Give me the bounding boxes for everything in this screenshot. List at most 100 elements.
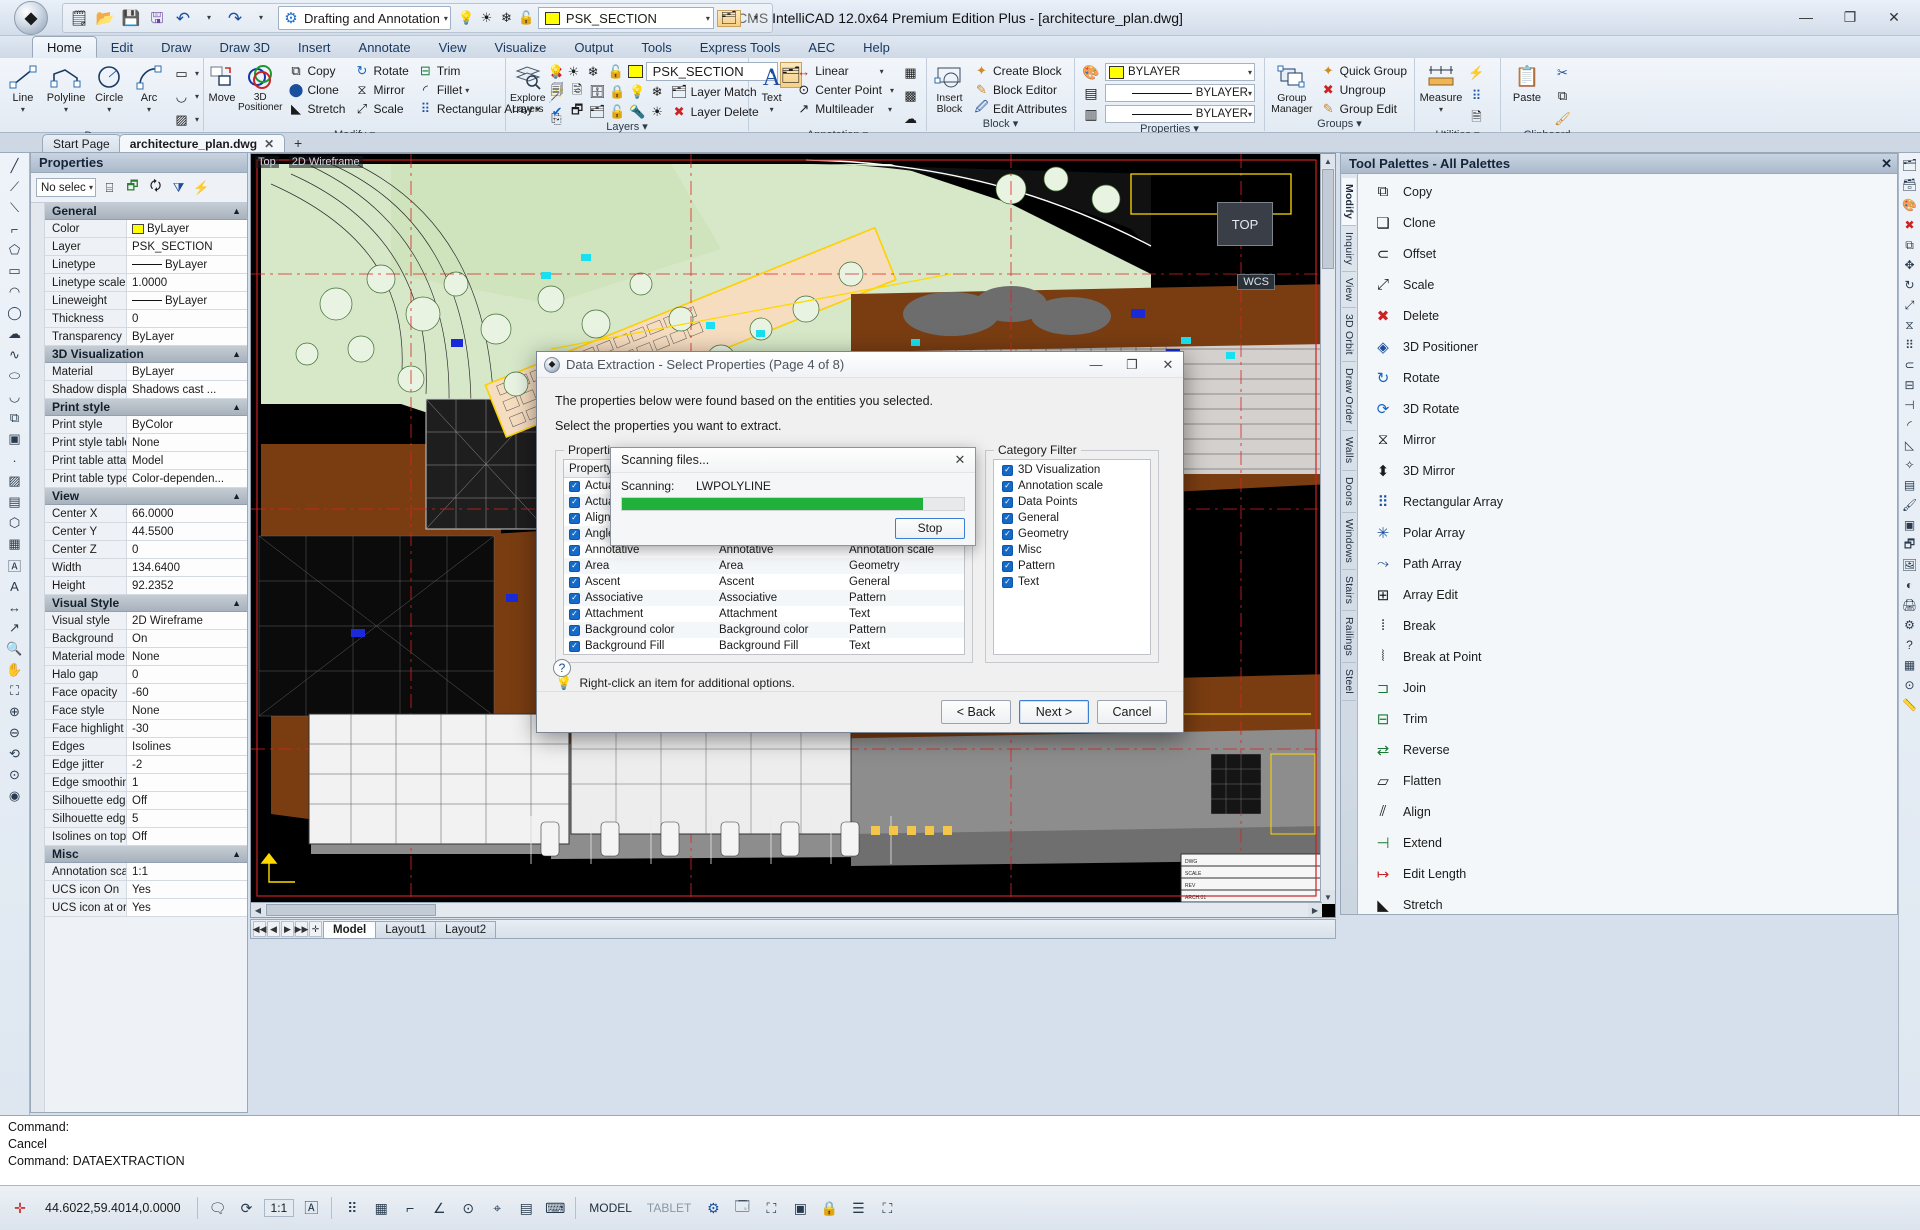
workspace-combo[interactable]: ⚙ Drafting and Annotation ▾ [278, 6, 451, 30]
property-row[interactable]: Silhouette edge...5 [45, 810, 247, 828]
tab-draw[interactable]: Draw [147, 36, 205, 58]
property-value[interactable]: 44.5500 [127, 523, 247, 540]
copy-tool-icon[interactable]: ⧉ [1901, 236, 1919, 254]
category-checkbox[interactable]: ✓ [1002, 576, 1013, 588]
palette-item-mirror[interactable]: ⧖ Mirror [1358, 424, 1897, 455]
line-tool-icon[interactable]: ╱ [3, 156, 27, 176]
maximize-button[interactable]: ❐ [1828, 2, 1872, 32]
category-checkbox[interactable]: ✓ [1002, 544, 1013, 556]
orbit-tool-icon[interactable]: ◉ [3, 786, 27, 806]
palette-item-break-at-point[interactable]: ⦚ Break at Point [1358, 641, 1897, 672]
trim-tool-icon[interactable]: ⊟ [1901, 376, 1919, 394]
palette-item-3d-rotate[interactable]: ⟳ 3D Rotate [1358, 393, 1897, 424]
property-value[interactable]: 92.2352 [127, 577, 247, 594]
category-item[interactable]: ✓ General [997, 510, 1150, 526]
snap-tool-icon[interactable]: ⊙ [1901, 676, 1919, 694]
save-as-icon[interactable]: 🖫 [145, 6, 169, 30]
palette-tab-doors[interactable]: Doors [1342, 471, 1356, 513]
chevron-up-icon[interactable]: ▲ [232, 349, 241, 359]
property-value[interactable]: 1 [127, 774, 247, 791]
insert-block-tool-icon[interactable]: ⧉ [3, 408, 27, 428]
property-value[interactable]: ByLayer [127, 328, 247, 345]
match-properties-icon[interactable]: 🖌 [1551, 108, 1574, 129]
modify-mirror-button[interactable]: ⧖ Mirror [350, 81, 411, 99]
lineweight-status-icon[interactable]: ▤ [514, 1196, 538, 1220]
zoom-window-tool-icon[interactable]: 🔍 [3, 639, 27, 659]
dialog-maximize-button[interactable]: ❐ [1117, 352, 1147, 378]
next-button[interactable]: Next > [1019, 700, 1089, 724]
category-checkbox[interactable]: ✓ [1002, 464, 1013, 476]
settings-icon[interactable]: ⚙ [701, 1196, 725, 1220]
property-value[interactable]: 134.6400 [127, 559, 247, 576]
arc-dropdown-icon[interactable]: ▾ [147, 104, 151, 115]
layer-delete-button[interactable]: ✖ Layer Delete [668, 103, 762, 121]
new-sheetset-icon[interactable]: 🗒 [67, 6, 91, 30]
category-item[interactable]: ✓ Data Points [997, 494, 1150, 510]
property-value[interactable]: PSK_SECTION [127, 238, 247, 255]
category-item[interactable]: ✓ Annotation scale [997, 478, 1150, 494]
tab-home[interactable]: Home [32, 36, 97, 58]
delete-tool-icon[interactable]: ✖ [1901, 216, 1919, 234]
quick-properties-icon[interactable]: ⚡ [192, 178, 211, 198]
ortho-icon[interactable]: ⌐ [398, 1196, 422, 1220]
move-tool-icon[interactable]: ✥ [1901, 256, 1919, 274]
revcloud-tool-icon[interactable]: ☁ [3, 324, 27, 344]
property-value[interactable]: ByLayer [127, 220, 247, 237]
property-value[interactable]: ByLayer [127, 292, 247, 309]
table-row[interactable]: ✓ Background color Background color Pattern [564, 622, 964, 638]
linetype-dropdown-icon[interactable]: ▾ [1248, 89, 1252, 98]
layer-freeze-toggle-icon[interactable]: ❄ [648, 84, 667, 101]
tablet-label[interactable]: TABLET [642, 1201, 696, 1215]
property-value[interactable]: Yes [127, 881, 247, 898]
palette-item-extend[interactable]: ⊣ Extend [1358, 827, 1897, 858]
annotation-text-button[interactable]: A Text ▾ [753, 60, 790, 115]
color-combo[interactable]: BYLAYER ▾ [1105, 63, 1255, 81]
measure-button[interactable]: Measure ▾ [1419, 60, 1463, 115]
mtext-tool-icon[interactable]: 🄰 [3, 555, 27, 575]
property-value[interactable]: Off [127, 792, 247, 809]
category-checkbox[interactable]: ✓ [1002, 512, 1013, 524]
polyline-dropdown-icon[interactable]: ▾ [64, 104, 68, 115]
property-value[interactable]: ByLayer [127, 363, 247, 380]
check-drawing-icon[interactable]: 🗎 [1465, 108, 1488, 129]
help-tool-icon[interactable]: ? [1901, 636, 1919, 654]
row-checkbox[interactable]: ✓ [569, 624, 580, 636]
linear-dropdown-icon[interactable]: ▾ [880, 67, 884, 76]
tab-express-tools[interactable]: Express Tools [686, 36, 795, 58]
color-tool-icon[interactable]: 🎨 [1901, 196, 1919, 214]
layer-lock-icon[interactable]: 🔓 [608, 64, 625, 80]
revision-cloud-icon[interactable]: ☁ [899, 108, 922, 129]
help-button[interactable]: ? [553, 659, 571, 677]
layer-lock-toggle-icon[interactable]: 🔒 [608, 84, 627, 101]
palette-item-scale[interactable]: ⤢ Scale [1358, 269, 1897, 300]
region-tool-icon[interactable]: ⬡ [3, 513, 27, 533]
layer-match-button[interactable]: 🗂 Layer Match [668, 83, 760, 101]
property-value[interactable]: -60 [127, 684, 247, 701]
cut-icon[interactable]: ✂ [1551, 62, 1574, 83]
property-value[interactable]: 1.0000 [127, 274, 247, 291]
modify-scale-button[interactable]: ⤢ Scale [350, 100, 411, 118]
chevron-up-icon[interactable]: ▲ [232, 491, 241, 501]
property-row[interactable]: Transparency ByLayer [45, 328, 247, 346]
modify-3d-positioner-button[interactable]: 3D Positioner [238, 60, 282, 113]
property-row[interactable]: Face opacity -60 [45, 684, 247, 702]
new-layout-icon[interactable]: ✛ [309, 921, 322, 937]
palette-item-edit-length[interactable]: ↦ Edit Length [1358, 858, 1897, 889]
draw-circle-button[interactable]: Circle ▾ [90, 60, 128, 115]
point-tool-icon[interactable]: · [3, 450, 27, 470]
esnap-icon[interactable]: ⊙ [456, 1196, 480, 1220]
prev-layout-icon[interactable]: ◀ [267, 921, 280, 937]
print-tool-icon[interactable]: 🖨 [1901, 596, 1919, 614]
back-button[interactable]: < Back [941, 700, 1011, 724]
layer-thaw-icon[interactable]: ☀ [648, 104, 667, 121]
chamfer-tool-icon[interactable]: ◺ [1901, 436, 1919, 454]
measure-tool-icon[interactable]: 📏 [1901, 696, 1919, 714]
ellipse-tool-icon[interactable]: ⬭ [3, 366, 27, 386]
dim-center-point-button[interactable]: ⊙ Center Point ▾ [792, 81, 897, 99]
tab-edit[interactable]: Edit [97, 36, 147, 58]
palette-item-polar-array[interactable]: ✳ Polar Array [1358, 517, 1897, 548]
property-value[interactable]: Model [127, 452, 247, 469]
property-row[interactable]: Print style table None [45, 434, 247, 452]
property-value[interactable]: 0 [127, 310, 247, 327]
annotation-scale-icon[interactable]: 🄰 [299, 1196, 323, 1220]
